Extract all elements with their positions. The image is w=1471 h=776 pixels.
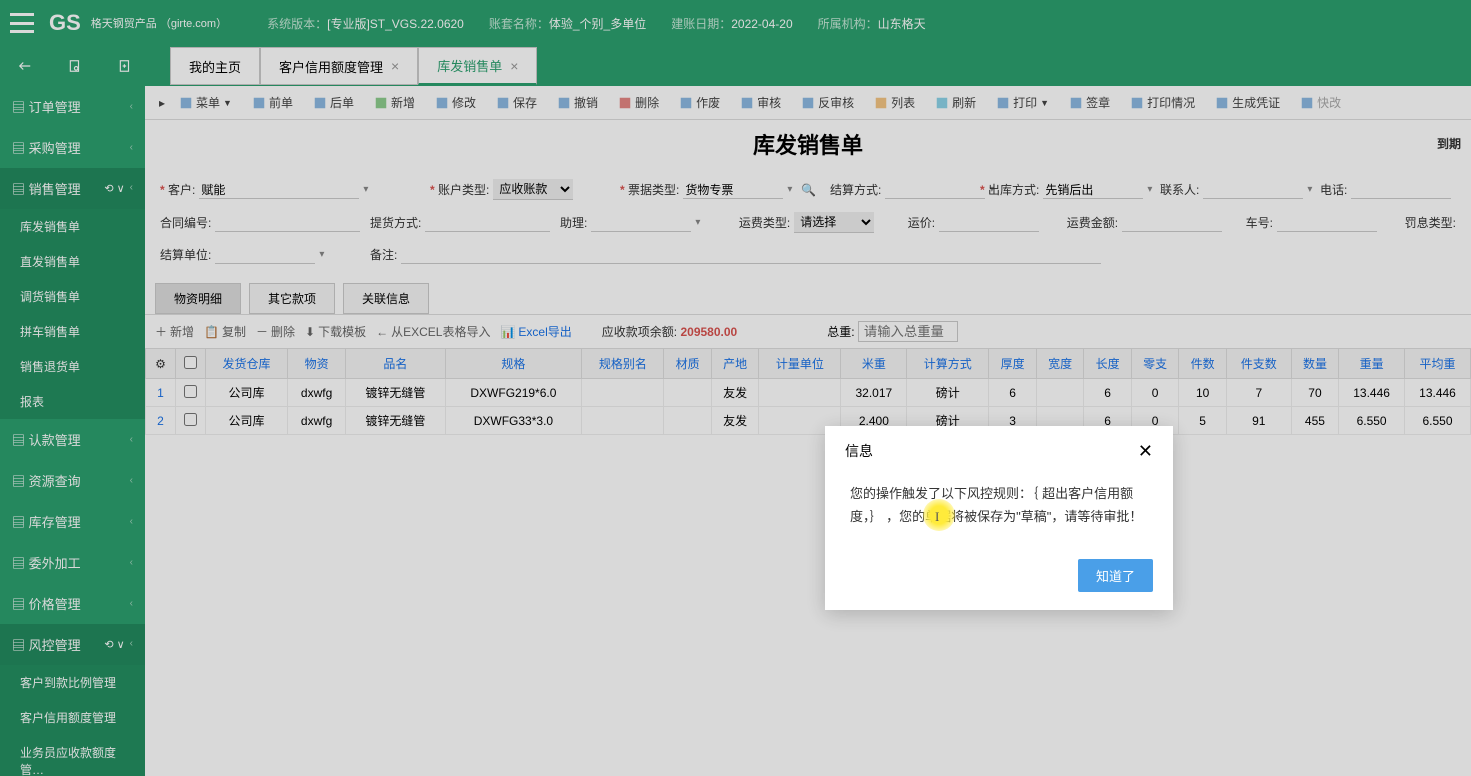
modal-body: 您的操作触发了以下风控规则：｛ 超出客户信用额度，｝ ，您的单据将被保存为"草稿… xyxy=(825,477,1173,549)
info-modal: 信息 ✕ 您的操作触发了以下风控规则：｛ 超出客户信用额度，｝ ，您的单据将被保… xyxy=(825,426,1173,610)
modal-overlay xyxy=(0,0,1471,776)
close-icon[interactable]: ✕ xyxy=(1138,441,1153,462)
ok-button[interactable]: 知道了 xyxy=(1078,559,1153,592)
modal-title: 信息 xyxy=(845,441,873,462)
